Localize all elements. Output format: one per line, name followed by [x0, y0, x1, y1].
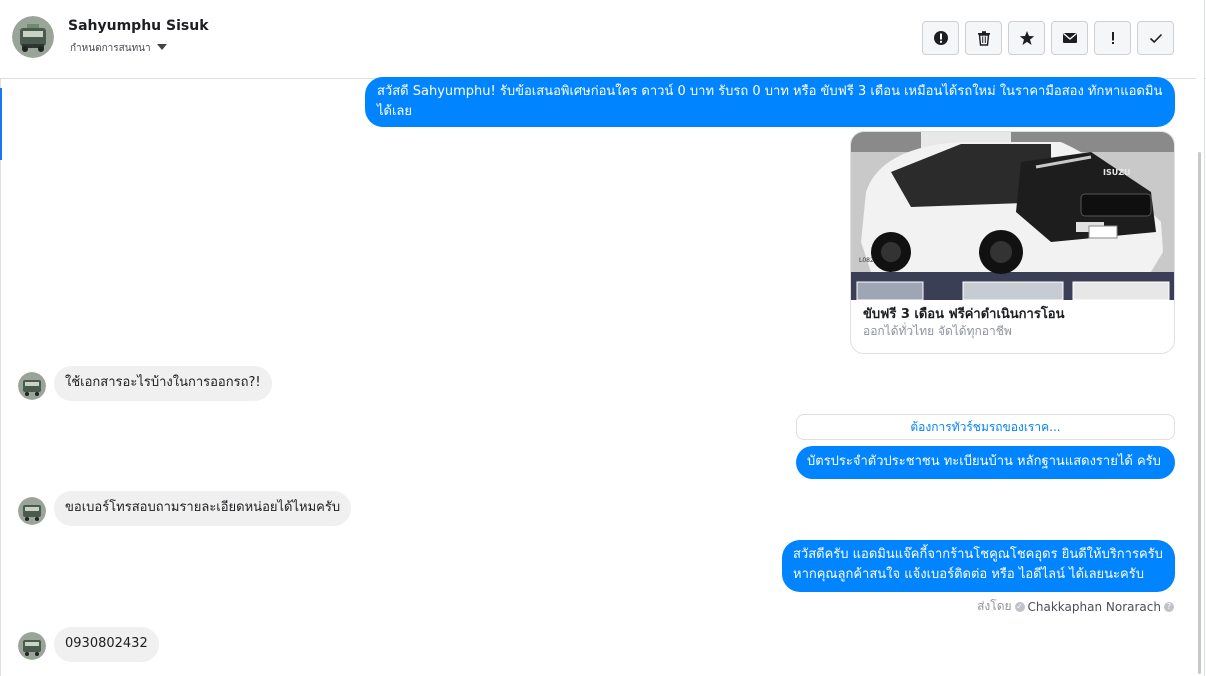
agent-name[interactable]: Chakkaphan Norarach [1028, 600, 1161, 614]
card-title: ขับฟรี 3 เดือน ฟรีค่าดำเนินการโอน [863, 307, 1065, 322]
active-indicator [0, 88, 2, 160]
contact-avatar[interactable] [18, 497, 46, 525]
sent-by-label: ส่งโดย [977, 599, 1012, 613]
sent-by-line: ส่งโดย ✓ Chakkaphan Norarach ? [977, 597, 1174, 616]
help-icon[interactable]: ? [1164, 601, 1174, 612]
divider [0, 78, 1, 676]
outgoing-message: บัตรประจำตัวประชาชน ทะเบียนบ้าน หลักฐานแ… [796, 446, 1175, 479]
mark-unread-button[interactable] [1051, 21, 1088, 55]
check-icon [1149, 33, 1162, 44]
conversation-status-label[interactable]: กำหนดการสนทนา [70, 41, 151, 56]
incoming-message: ใช้เอกสารอะไรบ้างในการออกรถ?! [54, 366, 272, 401]
exclamation-icon [1111, 32, 1114, 44]
conversation-header: Sahyumphu Sisuk กำหนดการสนทนา [0, 0, 1206, 79]
quick-reply-button[interactable]: ต้องการทัวร์ชมรถของเราค... [796, 414, 1175, 440]
incoming-message: 0930802432 [54, 627, 159, 662]
svg-text:ISUZU: ISUZU [1103, 168, 1131, 177]
divider [1204, 0, 1205, 676]
trash-icon [977, 31, 990, 46]
outgoing-message: สวัสดี Sahyumphu! รับข้อเสนอพิเศษก่อนใคร… [365, 77, 1175, 127]
spam-button[interactable] [1094, 21, 1131, 55]
contact-avatar[interactable] [18, 372, 46, 400]
verified-icon: ✓ [1014, 601, 1025, 612]
contact-name: Sahyumphu Sisuk [68, 18, 209, 34]
delete-button[interactable] [965, 21, 1002, 55]
car-photo: ISUZU L082 [851, 132, 1174, 300]
outgoing-message: สวัสดีครับ แอดมินแจ๊คกี้จากร้านโชคูณโชคอ… [782, 540, 1175, 592]
caret-down-icon[interactable] [157, 44, 167, 50]
promo-card[interactable]: ISUZU L082 ขับฟรี 3 เดือน ฟรีค่าดำเนินกา… [850, 131, 1175, 354]
envelope-icon [1062, 33, 1077, 43]
incoming-message: ขอเบอร์โทรสอบถามรายละเอียดหน่อยได้ไหมครั… [54, 491, 352, 526]
card-subtitle: ออกได้ทั่วไทย จัดได้ทุกอาชีพ [863, 324, 1012, 338]
contact-avatar[interactable] [18, 632, 46, 660]
svg-text:L082: L082 [859, 257, 874, 264]
scrollbar-thumb[interactable] [1198, 152, 1201, 674]
star-button[interactable] [1008, 21, 1045, 55]
star-icon [1019, 31, 1034, 45]
info-circle-icon [933, 31, 948, 45]
info-button[interactable] [922, 21, 959, 55]
mark-done-button[interactable] [1137, 21, 1174, 55]
conversation-toolbar [922, 21, 1174, 55]
contact-avatar[interactable] [12, 16, 54, 58]
